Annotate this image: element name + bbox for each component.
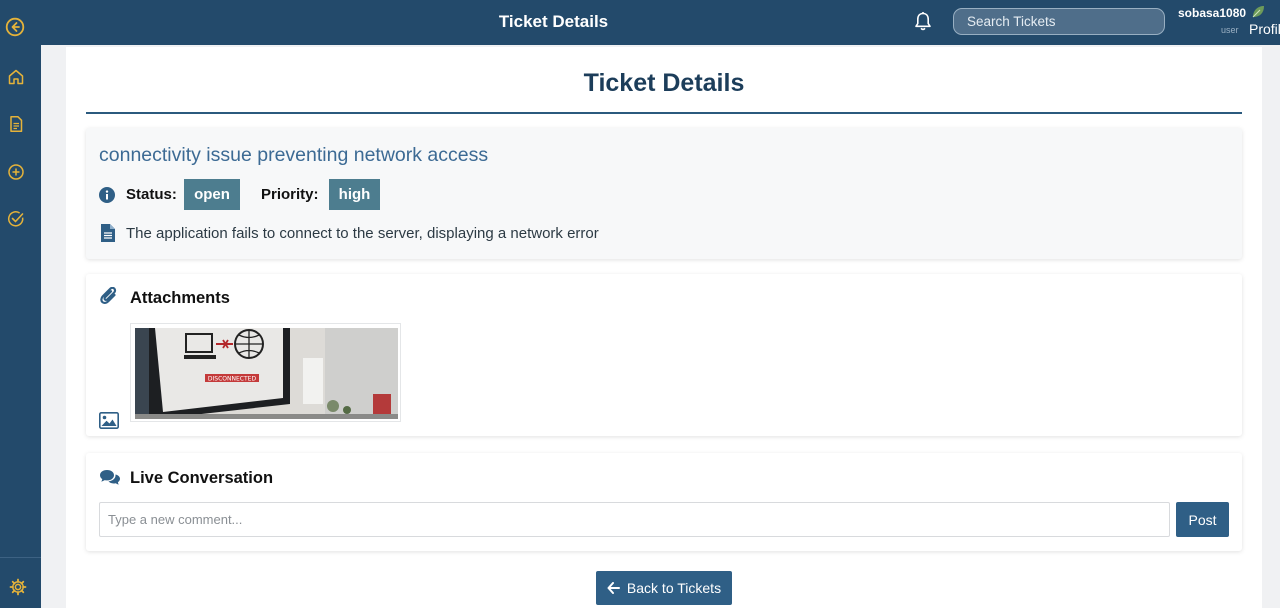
- arrow-left-circle-icon[interactable]: [5, 17, 25, 37]
- arrow-left-icon: [607, 582, 620, 594]
- check-circle-icon[interactable]: [6, 209, 26, 229]
- attachment-image: DISCONNECTED: [135, 328, 398, 419]
- info-icon: [99, 187, 115, 203]
- priority-label: Priority:: [261, 186, 319, 203]
- post-button[interactable]: Post: [1176, 502, 1229, 537]
- comment-input[interactable]: [99, 502, 1170, 537]
- ticket-title: connectivity issue preventing network ac…: [99, 144, 489, 166]
- broken-image-icon: [1252, 6, 1264, 18]
- priority-badge: high: [329, 179, 380, 210]
- sidebar: [0, 0, 41, 608]
- title-divider: [86, 112, 1242, 114]
- attachment-thumbnail[interactable]: DISCONNECTED: [130, 323, 401, 422]
- home-icon[interactable]: [6, 67, 26, 87]
- back-button-label: Back to Tickets: [626, 580, 722, 596]
- image-icon: [99, 412, 119, 429]
- comments-icon: [100, 470, 120, 485]
- conversation-title: Live Conversation: [130, 469, 274, 487]
- document-icon[interactable]: [6, 114, 26, 134]
- file-text-icon: [101, 224, 115, 242]
- gear-icon[interactable]: [8, 577, 28, 597]
- attachments-panel: Attachments DISCONNECTED: [86, 274, 1242, 436]
- search-input[interactable]: [953, 8, 1165, 35]
- bell-icon[interactable]: [913, 11, 933, 33]
- attachments-title: Attachments: [130, 289, 230, 307]
- attachment-image-text: DISCONNECTED: [208, 376, 257, 383]
- ticket-description: The application fails to connect to the …: [126, 225, 599, 242]
- plus-circle-icon[interactable]: [6, 162, 26, 182]
- profile-avatar[interactable]: Profile: [1248, 4, 1280, 38]
- profile-alt-text: Profile: [1249, 21, 1280, 37]
- back-to-tickets-button[interactable]: Back to Tickets: [596, 571, 732, 605]
- paperclip-icon: [100, 287, 117, 305]
- top-header: Ticket Details sobasa1080 user Profile: [41, 0, 1280, 45]
- user-name: sobasa1080: [1178, 6, 1247, 20]
- status-badge: open: [184, 179, 240, 210]
- ticket-info-panel: connectivity issue preventing network ac…: [86, 128, 1242, 259]
- conversation-panel: Live Conversation Post: [86, 453, 1242, 551]
- user-role: user: [1221, 25, 1239, 35]
- main-content: Ticket Details connectivity issue preven…: [66, 47, 1262, 608]
- sidebar-divider: [0, 557, 41, 558]
- page-title: Ticket Details: [583, 69, 745, 97]
- status-label: Status:: [126, 186, 177, 203]
